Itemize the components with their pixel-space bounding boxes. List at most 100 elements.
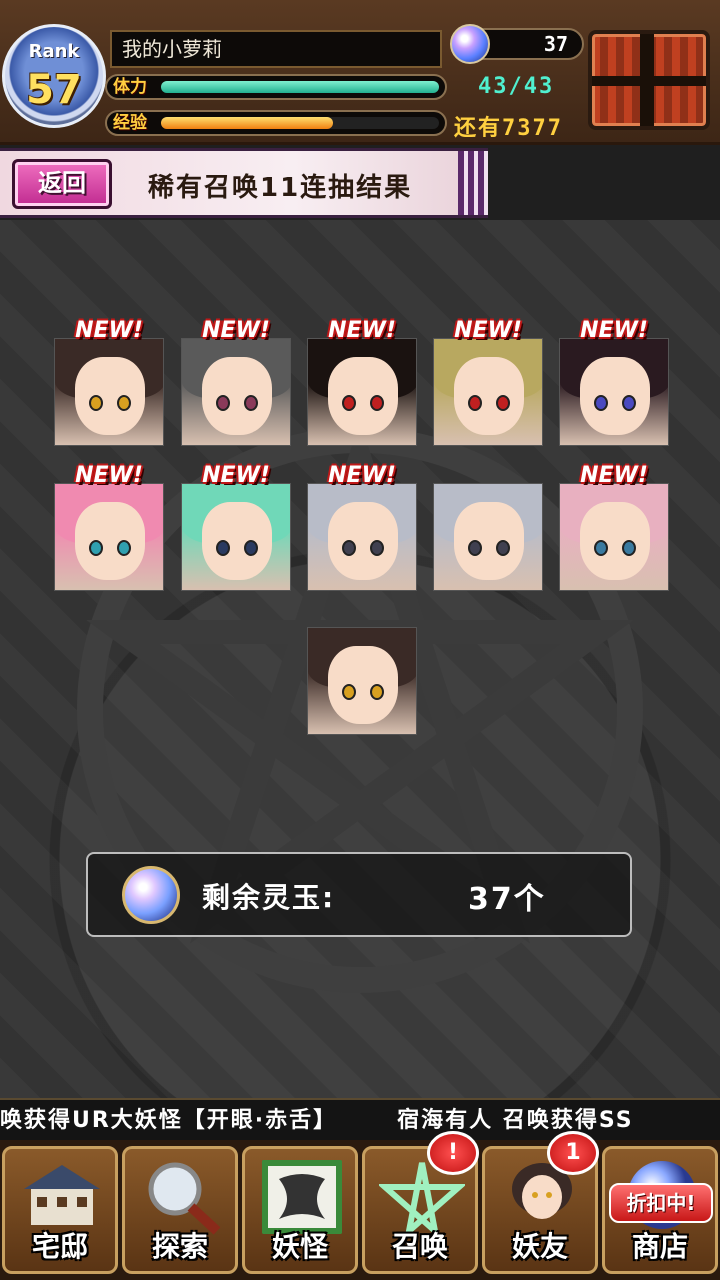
status-bar: Rank 57 我的小萝莉 体力 43/43 经验 还有7377 37 [0, 0, 720, 145]
exp-fill [161, 117, 334, 129]
result-card[interactable] [181, 338, 291, 446]
friends-alert-badge: 1 [547, 1131, 599, 1175]
exp-label: 经验 [113, 113, 147, 133]
treasure-chest-icon[interactable] [588, 30, 710, 130]
portrait-face [328, 502, 398, 580]
gem-icon [450, 24, 490, 64]
result-card[interactable] [559, 338, 669, 446]
new-badge: NEW! [328, 318, 396, 343]
portrait-face [580, 502, 650, 580]
new-badge: NEW! [580, 318, 648, 343]
ticker-message: 唤获得UR大妖怪【开眼·赤舌】 [0, 1108, 338, 1133]
portrait-eye [496, 540, 510, 556]
remaining-label: 剩余灵玉: [202, 881, 336, 914]
ticker-message: 宿海有人 召唤获得SS [397, 1108, 634, 1133]
portrait-eye [594, 540, 608, 556]
portrait-eye [342, 395, 356, 411]
nav-explore[interactable]: 探索 [122, 1146, 238, 1274]
scroll-icon [262, 1160, 342, 1234]
portrait-eye [622, 540, 636, 556]
new-badge: NEW! [75, 463, 143, 488]
bottom-nav: 宅邸 探索 妖怪 ! 召唤 1 妖友 折扣中! 商店 [0, 1131, 720, 1280]
page-title: 稀有召唤11连抽结果 [148, 173, 413, 203]
news-ticker: 唤获得UR大妖怪【开眼·赤舌】 宿海有人 召唤获得SS [0, 1098, 720, 1140]
portrait-eye [370, 395, 384, 411]
portrait-eye [117, 395, 131, 411]
stamina-bar: 体力 [105, 74, 447, 100]
portrait-eye [89, 540, 103, 556]
new-badge: NEW! [328, 463, 396, 488]
portrait-eye [117, 540, 131, 556]
magnifier-icon [148, 1162, 221, 1235]
portrait-face [328, 646, 398, 724]
player-name: 我的小萝莉 [110, 30, 442, 68]
summon-alert-badge: ! [427, 1131, 479, 1175]
nav-label: 探索 [151, 1230, 208, 1263]
portrait-eye [370, 684, 384, 700]
portrait-eye [468, 395, 482, 411]
result-card[interactable] [54, 483, 164, 591]
gem-counter[interactable]: 37 [450, 24, 584, 64]
portrait-eye [216, 540, 230, 556]
portrait-eye [594, 395, 608, 411]
portrait-face [75, 357, 145, 435]
result-card[interactable] [307, 483, 417, 591]
portrait-eye [244, 540, 258, 556]
result-card[interactable] [559, 483, 669, 591]
portrait-eye [622, 395, 636, 411]
rank-badge[interactable]: Rank 57 [2, 24, 106, 128]
exp-bar: 经验 [105, 110, 447, 136]
nav-label: 商店 [631, 1230, 688, 1263]
nav-label: 妖怪 [271, 1230, 328, 1263]
result-card[interactable] [181, 483, 291, 591]
nav-yokai[interactable]: 妖怪 [242, 1146, 358, 1274]
nav-label: 宅邸 [31, 1230, 88, 1263]
portrait-face [454, 357, 524, 435]
new-badge: NEW! [75, 318, 143, 343]
nav-summon[interactable]: ! 召唤 [362, 1131, 479, 1274]
portrait-eye [496, 395, 510, 411]
banner-ornament [458, 151, 488, 215]
mansion-icon [24, 1165, 100, 1225]
new-badge: NEW! [202, 318, 270, 343]
back-button[interactable]: 返回 [12, 159, 112, 209]
portrait-eye [370, 540, 384, 556]
rank-label: Rank [28, 41, 80, 62]
portrait-eye [342, 540, 356, 556]
new-badge: NEW! [454, 318, 522, 343]
result-card[interactable] [433, 483, 543, 591]
portrait-eye [468, 540, 482, 556]
remaining-gems-panel: 剩余灵玉: 37个 [86, 852, 632, 937]
portrait-face [202, 357, 272, 435]
nav-label: 妖友 [511, 1230, 568, 1263]
nav-shop[interactable]: 折扣中! 商店 [602, 1146, 718, 1274]
remaining-value: 37个 [468, 882, 546, 917]
portrait-eye [89, 395, 103, 411]
gem-count: 37 [543, 32, 568, 56]
portrait-eye [342, 684, 356, 700]
portrait-face [328, 357, 398, 435]
nav-mansion[interactable]: 宅邸 [2, 1146, 118, 1274]
stamina-fill [161, 81, 439, 93]
sale-tag: 折扣中! [609, 1183, 713, 1223]
portrait-face [75, 502, 145, 580]
result-card[interactable] [433, 338, 543, 446]
nav-label: 召唤 [391, 1230, 448, 1263]
exp-remaining: 还有7377 [454, 116, 563, 141]
result-card[interactable] [307, 338, 417, 446]
new-badge: NEW! [580, 463, 648, 488]
portrait-face [202, 502, 272, 580]
portrait-eye [244, 395, 258, 411]
result-card[interactable] [54, 338, 164, 446]
nav-friends[interactable]: 1 妖友 [482, 1131, 599, 1274]
portrait-face [580, 357, 650, 435]
portrait-face [454, 502, 524, 580]
stamina-value: 43/43 [478, 74, 555, 99]
new-badge: NEW! [202, 463, 270, 488]
stamina-label: 体力 [113, 77, 147, 97]
result-card[interactable] [307, 627, 417, 735]
rank-number: 57 [26, 67, 82, 113]
title-banner: 返回 稀有召唤11连抽结果 [0, 148, 488, 218]
portrait-eye [216, 395, 230, 411]
spirit-jade-icon [122, 866, 180, 924]
